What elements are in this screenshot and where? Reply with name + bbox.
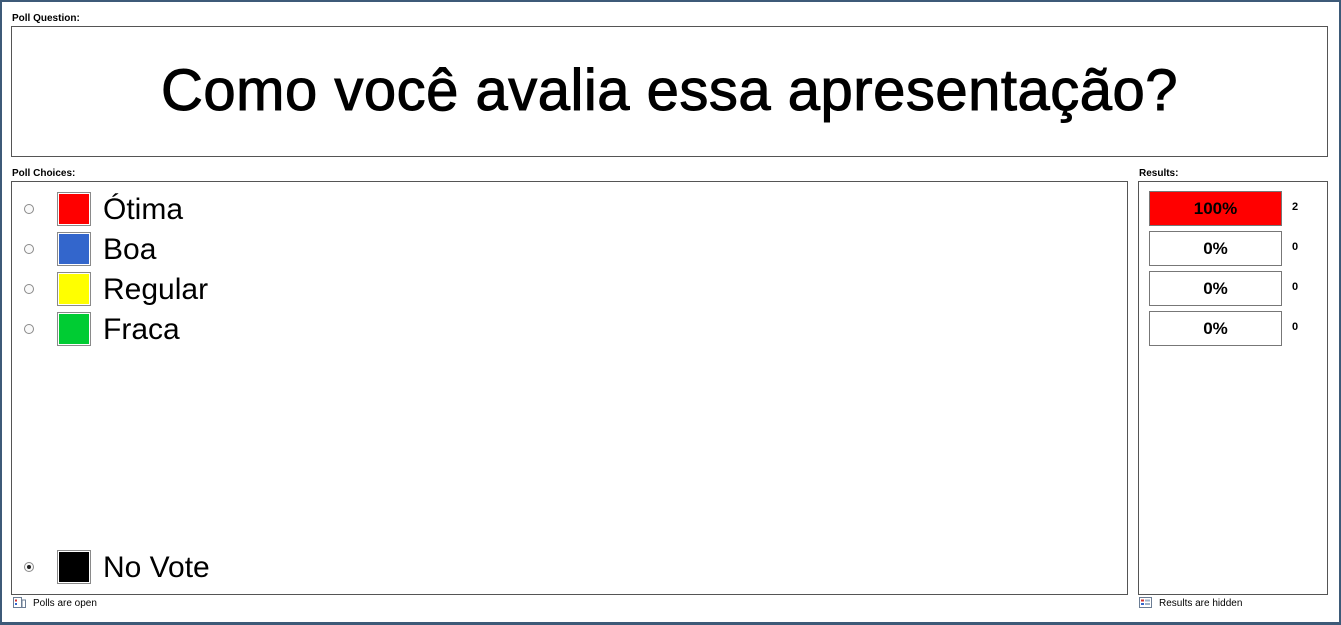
- result-row: 0% 0: [1149, 311, 1329, 346]
- result-count: 0: [1292, 241, 1299, 253]
- poll-question-box: Como você avalia essa apresentação?: [11, 26, 1328, 157]
- choice-radio[interactable]: [24, 324, 34, 334]
- swatch-fill: [59, 234, 89, 264]
- poll-question-label: Poll Question:: [12, 13, 80, 24]
- result-count: 2: [1292, 201, 1299, 213]
- result-row: 100% 2: [1149, 191, 1329, 226]
- result-count: 0: [1292, 281, 1299, 293]
- choice-radio[interactable]: [24, 244, 34, 254]
- choice-label: No Vote: [103, 551, 210, 584]
- poll-choices-panel: Ótima Boa Regular Fraca No Vote: [11, 181, 1128, 595]
- color-swatch: [57, 192, 91, 226]
- color-swatch: [57, 550, 91, 584]
- result-percent-bar: 0%: [1149, 311, 1282, 346]
- result-percent-bar: 100%: [1149, 191, 1282, 226]
- result-row: 0% 0: [1149, 271, 1329, 306]
- color-swatch: [57, 312, 91, 346]
- choice-radio[interactable]: [24, 284, 34, 294]
- results-hidden-icon: [1139, 597, 1152, 608]
- choice-label: Boa: [103, 233, 157, 266]
- color-swatch: [57, 272, 91, 306]
- result-count: 0: [1292, 321, 1299, 333]
- swatch-fill: [59, 274, 89, 304]
- choice-label: Regular: [103, 273, 209, 306]
- polls-status-text: Polls are open: [33, 598, 97, 609]
- choice-label: Fraca: [103, 313, 180, 346]
- color-swatch: [57, 232, 91, 266]
- swatch-fill: [59, 314, 89, 344]
- swatch-fill: [59, 194, 89, 224]
- polls-open-icon: [13, 597, 26, 608]
- choice-radio[interactable]: [24, 204, 34, 214]
- results-panel: 100% 2 0% 0 0% 0 0% 0: [1138, 181, 1328, 595]
- swatch-fill: [59, 552, 89, 582]
- result-row: 0% 0: [1149, 231, 1329, 266]
- results-status-text: Results are hidden: [1159, 598, 1243, 609]
- poll-question-text: Como você avalia essa apresentação?: [161, 58, 1178, 123]
- choice-label: Ótima: [103, 193, 184, 226]
- result-percent-bar: 0%: [1149, 271, 1282, 306]
- result-percent-bar: 0%: [1149, 231, 1282, 266]
- poll-choices-label: Poll Choices:: [12, 168, 76, 179]
- results-label: Results:: [1139, 168, 1179, 179]
- choice-radio[interactable]: [24, 562, 34, 572]
